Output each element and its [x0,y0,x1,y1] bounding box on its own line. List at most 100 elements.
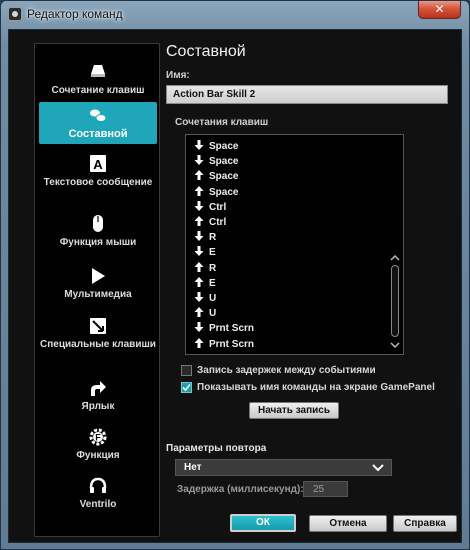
sidebar-item-multimedia[interactable]: Мультимедиа [39,266,157,304]
keystroke-key: E [209,277,216,289]
keystroke-row[interactable]: Space [194,139,238,154]
sidebar-item-text-message[interactable]: A Текстовое сообщение [39,154,157,204]
sidebar-item-special-keys[interactable]: Специальные клавиши [39,316,157,366]
keystroke-row[interactable]: E [194,276,216,291]
sidebar-item-key-combo[interactable]: Сочетание клавиш [39,54,157,106]
title-bar[interactable]: Редактор команд ✕ [1,1,469,27]
keystroke-key: E [209,247,216,259]
scroll-down-icon[interactable] [390,340,400,350]
sidebar-item-label: Составной [68,128,128,140]
arrow-up-icon [194,216,204,226]
ok-button[interactable]: ОК [230,514,296,532]
arrow-down-icon [194,200,204,211]
app-logo-icon [8,7,22,21]
keystroke-row[interactable]: Prnt Scrn [194,321,254,336]
name-label: Имя: [166,70,190,81]
keystroke-key: Space [209,156,239,168]
keystroke-scrollbar[interactable] [389,137,401,352]
keystroke-key: R [209,232,217,244]
svg-text:A: A [93,157,103,172]
keystroke-row[interactable]: Prnt Scrn [194,337,254,352]
repeat-select[interactable]: Нет [175,459,392,476]
command-name-input[interactable] [166,85,448,104]
arrow-up-icon [194,261,204,272]
text-a-icon: A [90,155,106,172]
keystroke-key: Prnt Scrn [209,323,255,335]
arrow-down-icon [194,140,204,150]
keystroke-key: Space [209,171,239,183]
keystroke-row[interactable]: Ctrl [194,215,226,230]
keystroke-row[interactable]: Space [194,185,238,200]
arrow-down-icon [194,246,204,257]
keystroke-key: Prnt Scrn [209,338,255,350]
sidebar-item-label: Функция [76,450,120,461]
mouse-icon [93,215,103,232]
sidebar-item-label: Специальные клавиши [40,339,156,350]
show-name-checkbox[interactable] [181,382,192,393]
keystroke-row[interactable]: Space [194,154,238,169]
keystroke-key: Ctrl [209,217,227,228]
sidebar-item-mouse-function[interactable]: Функция мыши [39,214,157,252]
arrow-down-icon [194,322,204,333]
keystroke-key: Space [209,186,239,198]
show-name-label: Показывать имя команды на экране GamePan… [197,382,435,393]
keystroke-row[interactable]: R [194,261,216,276]
sidebar-item-label: Текстовое сообщение [43,177,153,188]
sidebar-item-label: Функция мыши [59,237,137,248]
keystroke-row[interactable]: Ctrl [194,200,226,215]
keystroke-list[interactable]: Space Space Space Space Ctrl Ctrl R E R E U U Prnt S… [185,134,404,355]
close-button[interactable]: ✕ [418,1,461,19]
client-area: Сочетание клавиш Составной A Текстовое с… [8,29,462,543]
scroll-up-icon[interactable] [390,253,400,263]
repeat-section-label: Параметры повтора [166,443,267,454]
keystroke-key: R [209,262,217,274]
arrow-up-icon [194,170,204,181]
keystroke-row[interactable]: U [194,306,216,321]
play-icon [92,268,105,284]
key-combo-icon [91,65,105,77]
keystroke-key: U [209,293,217,304]
headset-icon [89,477,107,493]
help-button[interactable]: Справка [393,515,457,532]
chevron-down-icon [372,464,384,472]
command-editor-window: Редактор команд ✕ Сочетание клавиш Соста… [0,0,470,550]
start-record-button[interactable]: Начать запись [249,402,339,419]
arrow-up-icon [194,185,204,196]
arrow-down-icon [194,155,204,166]
keystroke-key: Ctrl [209,201,227,213]
record-delays-label: Запись задержек между событиями [197,365,376,376]
sidebar-item-label: Мультимедиа [64,289,132,300]
sidebar: Сочетание клавиш Составной A Текстовое с… [34,43,160,537]
sidebar-item-function[interactable]: F Функция [39,427,157,465]
keystroke-row[interactable]: E [194,245,216,260]
sidebar-item-shortcut[interactable]: Ярлык [39,378,157,416]
arrow-down-icon [194,231,204,242]
delay-input[interactable] [303,481,348,497]
cancel-button[interactable]: Отмена [309,515,387,532]
sidebar-item-ventrilo[interactable]: Ventrilo [39,476,157,514]
keystroke-row[interactable]: R [194,230,216,245]
keystroke-row[interactable]: Space [194,169,238,184]
arrow-up-icon [194,337,204,348]
page-title: Составной [166,43,246,60]
keystroke-key: Space [209,141,239,152]
special-keys-icon [90,318,106,334]
sidebar-item-multikey[interactable]: Составной [39,102,157,144]
sidebar-item-label: Ventrilo [79,499,117,510]
shortcut-arrow-icon [91,381,106,396]
delay-label: Задержка (миллисекунд): [177,484,304,495]
arrow-up-icon [194,307,204,318]
keystroke-key: U [209,308,217,320]
repeat-select-value: Нет [184,462,202,473]
sidebar-item-label: Сочетание клавиш [51,85,145,96]
window-title: Редактор команд [27,7,123,21]
sidebar-item-label: Ярлык [81,401,115,412]
arrow-up-icon [194,276,204,287]
keystroke-row[interactable]: U [194,291,216,306]
svg-text:F: F [95,433,101,443]
keys-label: Сочетания клавиш [175,117,269,128]
scroll-thumb[interactable] [391,265,399,337]
record-delays-checkbox[interactable] [181,365,192,376]
checkmark-icon [182,383,191,392]
multikey-icon [90,109,107,122]
